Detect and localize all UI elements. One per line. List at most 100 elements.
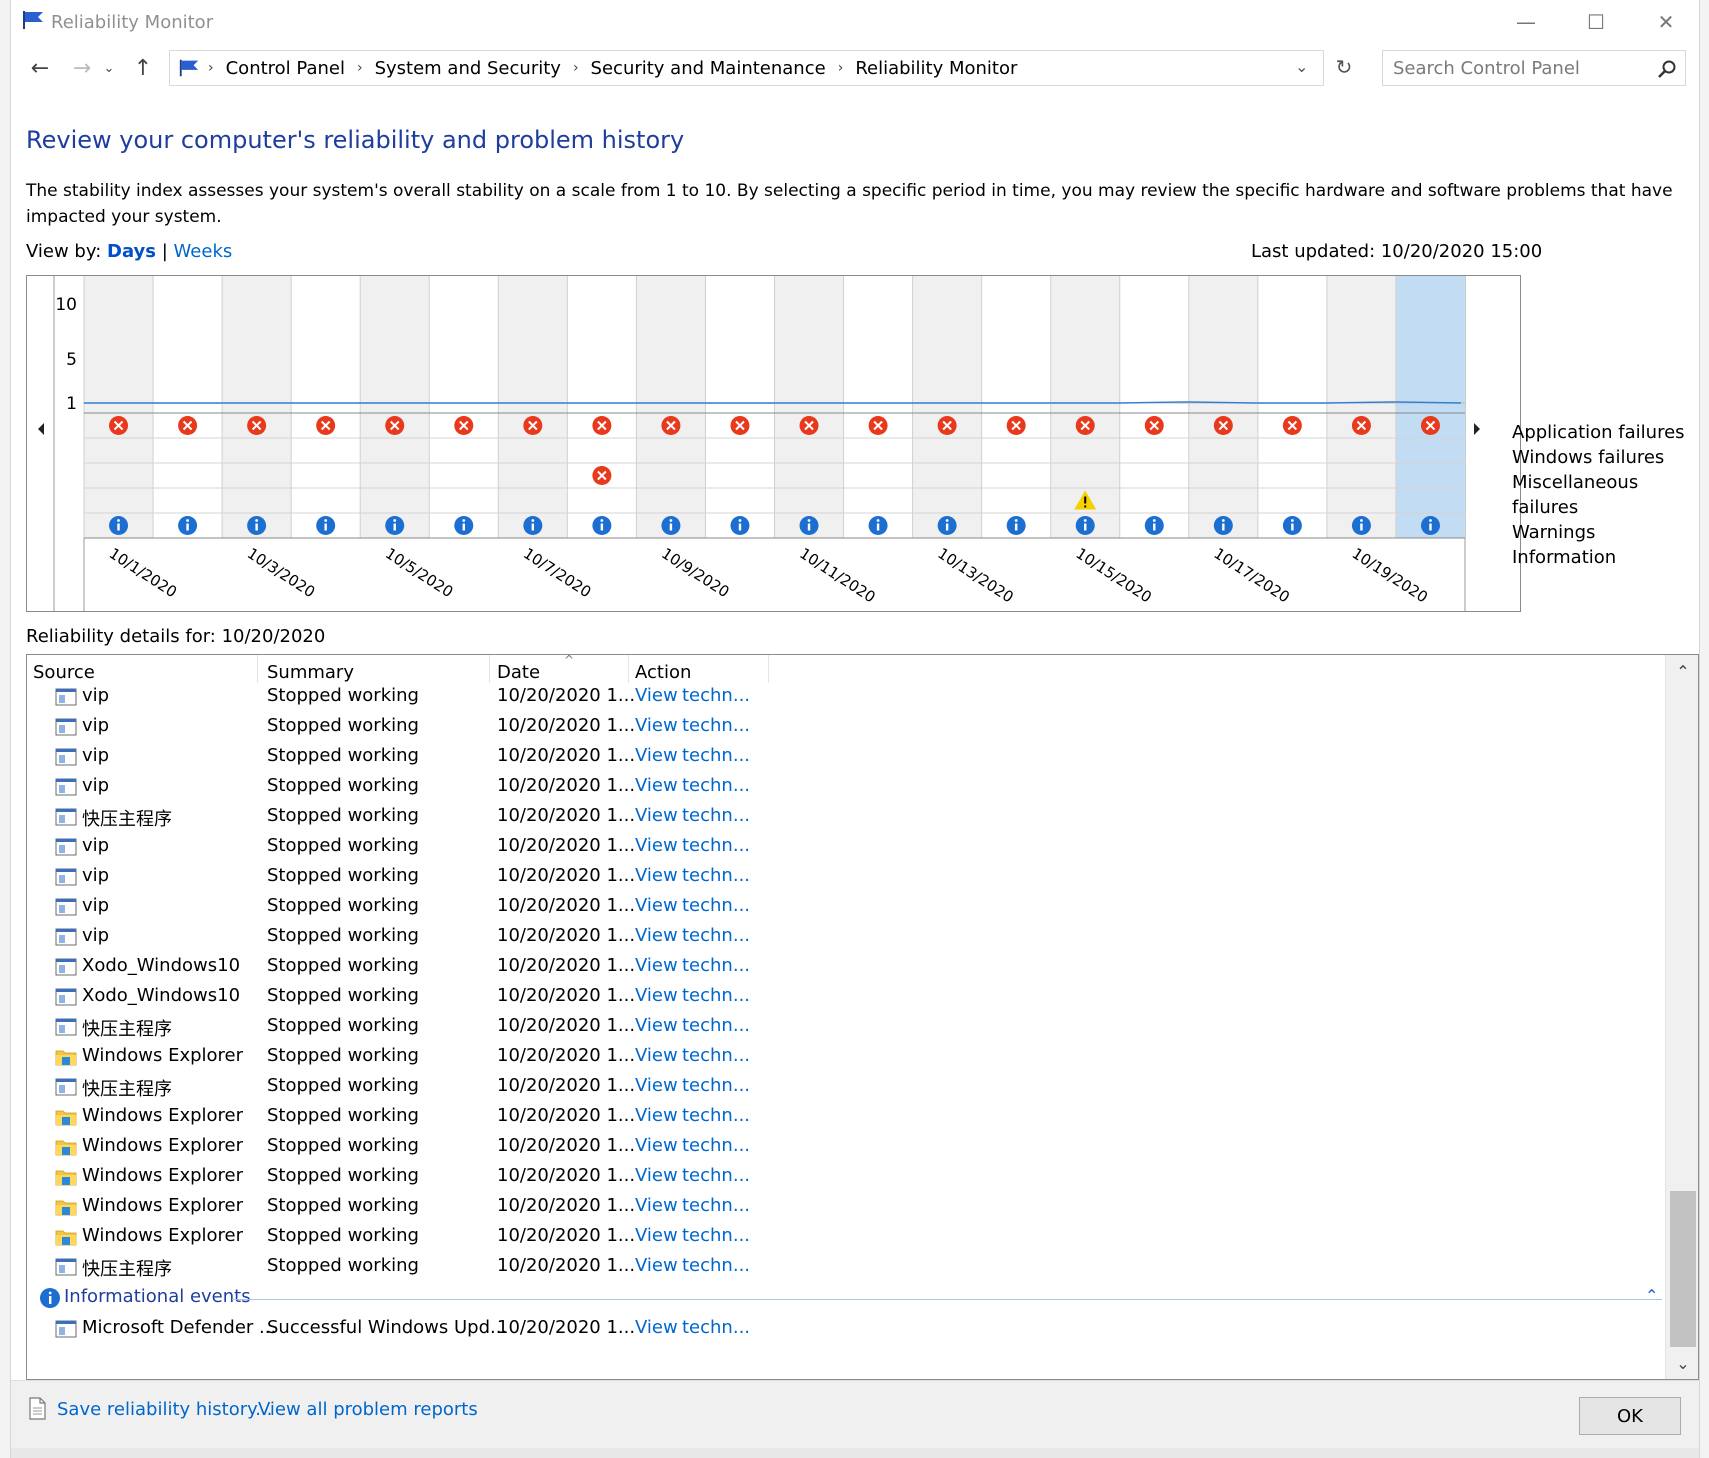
vertical-scrollbar[interactable]: ⌃ ⌄ (1665, 655, 1698, 1379)
table-row[interactable]: vip Stopped working 10/20/2020 1... View tec… (27, 773, 1657, 803)
view-technical-details-link[interactable]: View (635, 805, 678, 826)
technical-details-link[interactable]: techn... (682, 1075, 750, 1096)
day-column[interactable] (1395, 276, 1465, 538)
forward-button[interactable]: → (66, 52, 98, 84)
technical-details-link[interactable]: techn... (682, 745, 750, 766)
view-technical-details-link[interactable]: View (635, 1015, 678, 1036)
table-row[interactable]: vip Stopped working 10/20/2020 1... View tec… (27, 893, 1657, 923)
address-dropdown-icon[interactable]: ⌄ (1295, 57, 1308, 76)
view-technical-details-link[interactable]: View (635, 925, 678, 946)
breadcrumb-system-security[interactable]: System and Security (375, 58, 561, 79)
maximize-button[interactable]: ☐ (1566, 6, 1626, 38)
view-technical-details-link[interactable]: View (635, 715, 678, 736)
day-column[interactable] (1188, 276, 1258, 538)
view-weeks-link[interactable]: Weeks (174, 241, 233, 262)
view-technical-details-link[interactable]: View (635, 1105, 678, 1126)
day-column[interactable] (912, 276, 982, 538)
technical-details-link[interactable]: techn... (682, 715, 750, 736)
breadcrumb-reliability-monitor[interactable]: Reliability Monitor (855, 58, 1017, 79)
reliability-chart[interactable]: 10 5 1 10/1/2020 10/3/2020 10/5/2020 10/7/2020… (26, 275, 1521, 612)
day-column[interactable] (429, 276, 499, 538)
view-technical-details-link[interactable]: View (635, 1317, 678, 1338)
day-column[interactable] (705, 276, 775, 538)
technical-details-link[interactable]: techn... (682, 1165, 750, 1186)
table-row[interactable]: Windows Explorer Stopped working 10/20/202… (27, 1163, 1657, 1193)
column-summary[interactable]: Summary (267, 662, 354, 683)
view-technical-details-link[interactable]: View (635, 1195, 678, 1216)
view-technical-details-link[interactable]: View (635, 1075, 678, 1096)
view-technical-details-link[interactable]: View (635, 835, 678, 856)
breadcrumb-control-panel[interactable]: Control Panel (226, 58, 345, 79)
table-row[interactable]: vip Stopped working 10/20/2020 1... View tec… (27, 923, 1657, 953)
view-technical-details-link[interactable]: View (635, 1165, 678, 1186)
day-column[interactable] (981, 276, 1051, 538)
technical-details-link[interactable]: techn... (682, 925, 750, 946)
view-technical-details-link[interactable]: View (635, 1135, 678, 1156)
table-row[interactable]: Windows Explorer Stopped working 10/20/202… (27, 1193, 1657, 1223)
up-button[interactable]: ↑ (127, 52, 159, 84)
technical-details-link[interactable]: techn... (682, 685, 750, 706)
technical-details-link[interactable]: techn... (682, 1015, 750, 1036)
view-all-problem-reports-link[interactable]: View all problem reports (258, 1399, 478, 1420)
technical-details-link[interactable]: techn... (682, 955, 750, 976)
informational-events-group[interactable]: Informational events ⌃ (27, 1283, 1662, 1315)
table-row[interactable]: vip Stopped working 10/20/2020 1... View tec… (27, 683, 1657, 713)
technical-details-link[interactable]: techn... (682, 775, 750, 796)
table-row[interactable]: vip Stopped working 10/20/2020 1... View tec… (27, 863, 1657, 893)
table-row[interactable]: vip Stopped working 10/20/2020 1... View tec… (27, 713, 1657, 743)
column-date[interactable]: Date (497, 662, 540, 683)
table-row[interactable]: 快压主程序 Stopped working 10/20/2020 1... View t… (27, 803, 1657, 833)
view-technical-details-link[interactable]: View (635, 955, 678, 976)
day-column[interactable] (636, 276, 706, 538)
search-input[interactable]: Search Control Panel (1382, 50, 1686, 86)
column-source[interactable]: Source (33, 662, 95, 683)
day-column[interactable] (360, 276, 430, 538)
technical-details-link[interactable]: techn... (682, 895, 750, 916)
view-technical-details-link[interactable]: View (635, 1045, 678, 1066)
day-column[interactable] (1326, 276, 1396, 538)
scroll-thumb[interactable] (1670, 1191, 1696, 1347)
table-row[interactable]: 快压主程序 Stopped working 10/20/2020 1... View t… (27, 1073, 1657, 1103)
column-action[interactable]: Action (635, 662, 691, 683)
day-column[interactable] (153, 276, 223, 538)
technical-details-link[interactable]: techn... (682, 1195, 750, 1216)
table-row[interactable]: Microsoft Defender ... Successful Windows… (27, 1315, 1657, 1345)
view-technical-details-link[interactable]: View (635, 985, 678, 1006)
table-row[interactable]: 快压主程序 Stopped working 10/20/2020 1... View t… (27, 1253, 1657, 1283)
table-row[interactable]: 快压主程序 Stopped working 10/20/2020 1... View t… (27, 1013, 1657, 1043)
table-row[interactable]: Xodo_Windows10 Stopped working 10/20/2020 … (27, 983, 1657, 1013)
refresh-button[interactable]: ↻ (1329, 52, 1359, 82)
table-row[interactable]: Xodo_Windows10 Stopped working 10/20/2020 … (27, 953, 1657, 983)
technical-details-link[interactable]: techn... (682, 1045, 750, 1066)
reliability-chart-svg[interactable]: 10 5 1 10/1/2020 10/3/2020 10/5/2020 10/7/2020… (27, 276, 1522, 613)
technical-details-link[interactable]: techn... (682, 805, 750, 826)
table-row[interactable]: Windows Explorer Stopped working 10/20/202… (27, 1133, 1657, 1163)
minimize-button[interactable]: — (1496, 6, 1556, 38)
day-column[interactable] (291, 276, 361, 538)
technical-details-link[interactable]: techn... (682, 1135, 750, 1156)
view-days-link[interactable]: Days (107, 241, 156, 262)
table-row[interactable]: vip Stopped working 10/20/2020 1... View tec… (27, 833, 1657, 863)
table-row[interactable]: vip Stopped working 10/20/2020 1... View tec… (27, 743, 1657, 773)
day-column[interactable] (498, 276, 568, 538)
chart-left-scroll[interactable] (27, 276, 54, 611)
technical-details-link[interactable]: techn... (682, 1225, 750, 1246)
ok-button[interactable]: OK (1579, 1397, 1681, 1435)
view-technical-details-link[interactable]: View (635, 1225, 678, 1246)
technical-details-link[interactable]: techn... (682, 1255, 750, 1276)
view-technical-details-link[interactable]: View (635, 775, 678, 796)
day-column[interactable] (774, 276, 844, 538)
view-technical-details-link[interactable]: View (635, 895, 678, 916)
view-technical-details-link[interactable]: View (635, 745, 678, 766)
back-button[interactable]: ← (24, 52, 56, 84)
technical-details-link[interactable]: techn... (682, 1105, 750, 1126)
breadcrumb-security-maintenance[interactable]: Security and Maintenance (591, 58, 826, 79)
view-technical-details-link[interactable]: View (635, 865, 678, 886)
day-column[interactable] (84, 276, 154, 538)
technical-details-link[interactable]: techn... (682, 985, 750, 1006)
recent-locations-button[interactable]: ⌄ (97, 52, 121, 84)
view-technical-details-link[interactable]: View (635, 685, 678, 706)
day-column[interactable] (843, 276, 913, 538)
scroll-down-icon[interactable]: ⌄ (1666, 1351, 1698, 1375)
day-column[interactable] (1257, 276, 1327, 538)
